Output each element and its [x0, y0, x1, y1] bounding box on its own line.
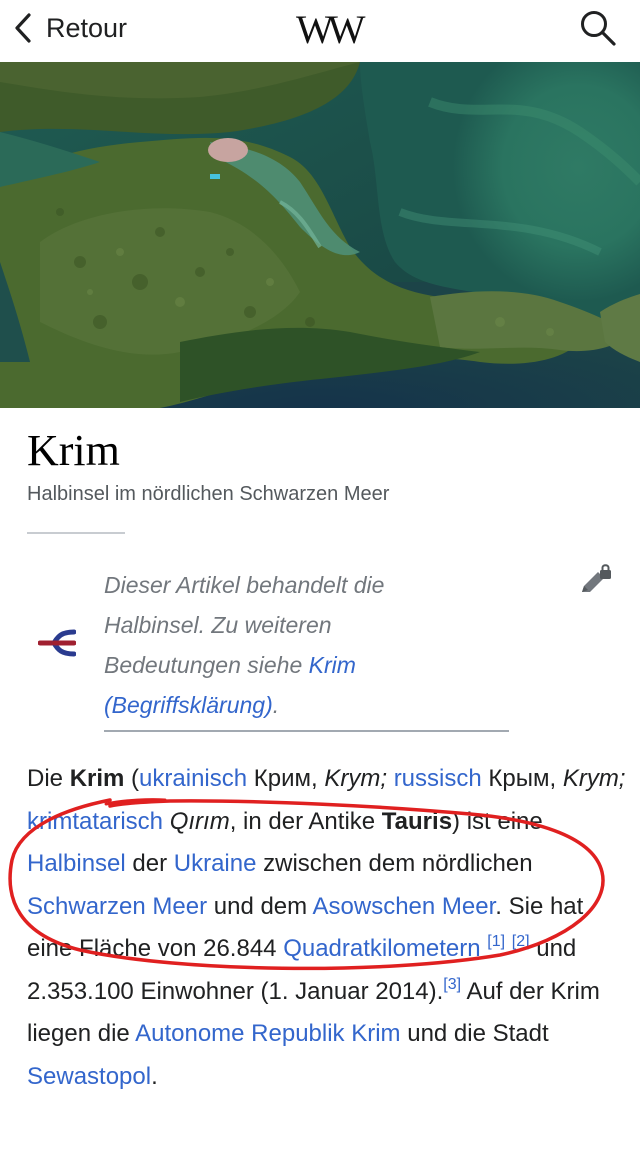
intro-paragraph: Die Krim (ukrainisch Крим, Krym; russisc… [27, 758, 627, 1098]
crimea-satellite-image [0, 62, 640, 408]
article-link[interactable]: Halbinsel [27, 850, 126, 877]
reference-link[interactable]: [3] [443, 976, 461, 993]
hero-image[interactable] [0, 62, 640, 408]
text-run: ) ist eine [452, 807, 543, 835]
hatnote: Dieser Artikel behandelt die Halbinsel. … [104, 565, 444, 725]
text-run [505, 935, 512, 962]
text-run: und dem [207, 892, 313, 920]
bold-term: Tauris [381, 807, 453, 835]
hatnote-period: . [272, 692, 280, 718]
transliteration: Krym; [324, 765, 388, 792]
text-run: der [125, 850, 174, 877]
text-run: und die Stadt [400, 1020, 549, 1047]
disambiguation-icon [38, 629, 76, 657]
text-run [163, 808, 170, 835]
text-run: ( [124, 765, 140, 792]
article-link[interactable]: Asowschen Meer [313, 893, 496, 920]
article-link[interactable]: Ukraine [174, 850, 257, 877]
top-navigation-bar: Retour WW [0, 0, 640, 62]
transliteration: Krym; [562, 765, 626, 792]
article-link[interactable]: Autonome Republik Krim [135, 1020, 400, 1047]
transliteration: Qırım [169, 807, 230, 835]
text-run: Крым, [481, 765, 563, 792]
reference-superscript: [3] [443, 976, 461, 993]
hatnote-divider [104, 730, 509, 732]
article-link[interactable]: ukrainisch [139, 765, 247, 792]
reference-link[interactable]: [2] [512, 933, 530, 950]
back-button[interactable]: Retour [12, 8, 127, 48]
text-run: . [151, 1062, 158, 1090]
article-link[interactable]: Schwarzen Meer [27, 893, 207, 920]
edit-protected-icon[interactable] [578, 562, 614, 598]
back-label: Retour [46, 12, 128, 43]
chevron-left-icon [15, 13, 31, 43]
article-link[interactable]: krimtatarisch [27, 808, 163, 835]
article-link[interactable]: Quadratkilometern [283, 935, 480, 962]
title-divider [27, 532, 125, 534]
article-link[interactable]: russisch [394, 765, 482, 792]
page-title: Krim [27, 426, 120, 475]
text-run: Крим, [247, 765, 325, 792]
text-run: , in der Antike [229, 807, 382, 835]
page-description: Halbinsel im nördlichen Schwarzen Meer [27, 483, 390, 505]
reference-link[interactable]: [1] [487, 933, 505, 950]
reference-superscript: [2] [512, 933, 530, 950]
text-run: zwischen dem nördlichen [256, 850, 533, 877]
text-run: Die [27, 765, 70, 792]
wikipedia-logo[interactable]: WW [296, 6, 365, 53]
search-icon[interactable] [578, 8, 618, 48]
bold-term: Krim [69, 765, 125, 792]
reference-superscript: [1] [487, 933, 505, 950]
article-link[interactable]: Sewastopol [27, 1063, 151, 1090]
text-run [387, 765, 394, 792]
